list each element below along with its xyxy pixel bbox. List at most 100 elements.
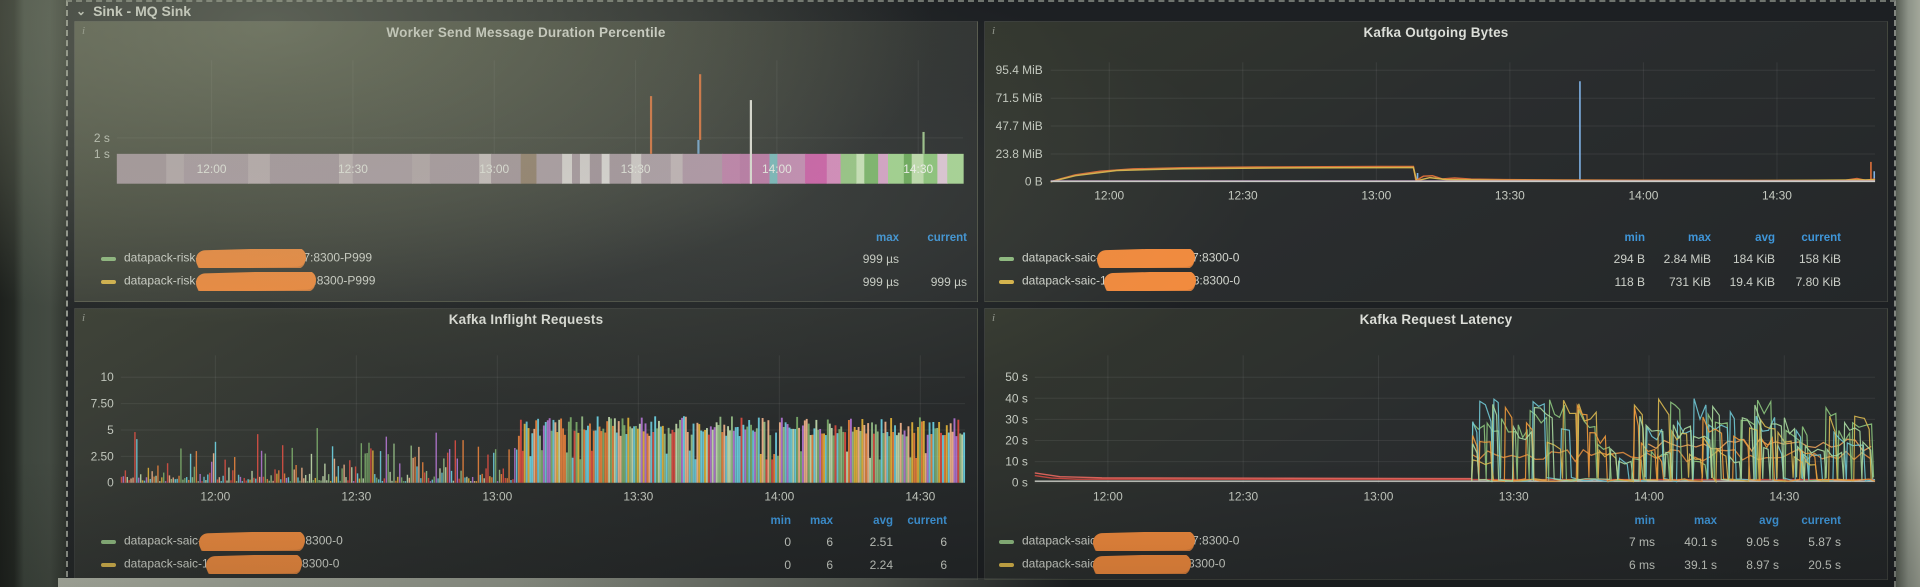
x-tick-label: 12:00 [1093,490,1123,504]
row-title: Sink - MQ Sink [93,3,192,19]
legend-series-swatch [999,256,1014,261]
legend-row[interactable]: datapack-saic 7:8300-0 7 ms 40.1 s 9.05 s 5.8… [999,530,1841,553]
legend-col-header[interactable]: min [1599,515,1655,527]
legend-col-header[interactable]: max [1647,232,1711,244]
panel-title[interactable]: Kafka Inflight Requests [75,309,977,331]
x-tick-label: 13:00 [479,162,509,176]
legend-series-swatch [101,562,116,567]
legend-series-swatch [101,279,116,284]
y-tick-label: 20 s [1005,434,1028,448]
y-tick-label: 50 s [1005,370,1028,384]
panel-header: i Kafka Inflight Requests [75,309,977,331]
legend-col-header[interactable]: max [833,232,899,244]
legend-series-swatch [999,562,1014,567]
legend-col-header[interactable]: max [793,515,833,527]
panel-header: i Kafka Request Latency [985,309,1887,331]
info-icon[interactable]: i [82,312,85,324]
info-icon[interactable]: i [992,25,995,37]
legend-col-header[interactable]: avg [835,515,893,527]
kafka-inflight-requests-chart[interactable]: 10 7.50 5 2.50 0 12:00 12:30 13:00 13:30 14:00 14:… [75,331,977,513]
legend-col-header[interactable]: current [901,232,967,244]
legend-series-name: datapack-saic-:8300-0 [124,532,343,551]
background-wall [1894,0,1920,587]
legend-value: 20.5 s [1808,557,1841,572]
redaction-marker [1092,532,1196,551]
monitor-bottom-edge [58,578,1073,587]
y-tick-label: 0 s [1012,476,1028,490]
legend-series-label[interactable]: datapack-saic-:8300-0 [101,532,743,551]
legend-value: 6 [940,534,947,549]
info-icon[interactable]: i [992,312,995,324]
dashboard-row-header[interactable]: ⌄ Sink - MQ Sink [76,3,1888,19]
legend-series-label[interactable]: datapack-risk- 7:8300-P999 [101,249,831,268]
legend-value: 39.1 s [1684,557,1717,572]
legend-series-label[interactable]: datapack-saic 7:8300-0 [999,532,1597,551]
grafana-dashboard: ⌄ Sink - MQ Sink i Worker Send Message D… [66,0,1896,587]
panel-header: i Worker Send Message Duration Percentil… [75,22,977,44]
redaction-marker [1092,555,1192,574]
legend-value: 294 B [1613,251,1645,266]
legend-value: 184 KiB [1732,251,1775,266]
x-tick-label: 12:00 [200,490,230,504]
x-tick-label: 13:30 [1499,490,1529,504]
x-tick-label: 12:30 [338,162,368,176]
legend-value: 5.87 s [1808,534,1841,549]
legend-row[interactable]: datapack-saic-1 8:8300-0 118 B 731 KiB 19.4 … [999,270,1841,293]
legend-value: 0 [784,534,791,549]
panel-title[interactable]: Kafka Request Latency [985,309,1887,331]
legend-series-name: datapack-risk- 7:8300-P999 [124,249,372,268]
legend-col-header[interactable]: avg [1719,515,1779,527]
photo-of-monitor: ⌄ Sink - MQ Sink i Worker Send Message D… [0,0,1920,587]
legend-value: 7 ms [1628,534,1655,549]
legend-value: 0 [784,557,791,572]
legend-col-header[interactable]: avg [1713,232,1775,244]
legend-col-header[interactable]: min [745,515,791,527]
legend-series-label[interactable]: datapack-saic-1:8300-0 [101,555,743,574]
legend-header-row: min max avg current [999,513,1841,528]
y-tick-label: 7.50 [91,397,115,411]
legend-col-header[interactable]: min [1587,232,1645,244]
legend-series-label[interactable]: datapack-saic- 7:8300-0 [999,249,1585,268]
legend-col-header[interactable]: current [1781,515,1841,527]
legend-row[interactable]: datapack-saic-:8300-0 0 6 2.51 6 [101,530,947,553]
x-tick-label: 13:00 [1361,189,1391,203]
legend-col-header[interactable]: max [1657,515,1717,527]
legend-series-swatch [999,539,1014,544]
kafka-outgoing-bytes-chart[interactable]: 95.4 MiB 71.5 MiB 47.7 MiB 23.8 MiB 0 B 12:00… [985,44,1887,214]
legend-value: 8.97 s [1746,557,1779,572]
panel-title[interactable]: Kafka Outgoing Bytes [985,22,1887,44]
legend-row[interactable]: datapack-risk-:8300-P999 999 µs 999 µs [101,270,967,293]
y-tick-label: 2.50 [91,449,115,463]
y-tick-label: 0 B [1025,175,1043,189]
legend-row[interactable]: datapack-risk- 7:8300-P999 999 µs [101,247,967,270]
worker-send-duration-chart[interactable]: 2 s 1 s 12:00 12:30 13:00 13:30 14:00 14:30 [75,44,977,194]
panel-title[interactable]: Worker Send Message Duration Percentile [75,22,977,44]
legend-value: 999 µs [930,274,967,289]
info-icon[interactable]: i [82,25,85,37]
legend-value: 6 [826,534,833,549]
legend-header-row: max current [101,230,967,245]
redaction-marker [198,532,306,551]
legend-series-label[interactable]: datapack-risk-:8300-P999 [101,272,831,291]
x-tick-label: 12:30 [1228,189,1258,203]
x-tick-label: 14:30 [903,162,933,176]
x-tick-label: 12:30 [341,490,371,504]
y-tick-label: 2 s [94,131,110,145]
legend-row[interactable]: datapack-saic- 7:8300-0 294 B 2.84 MiB 184 K… [999,247,1841,270]
legend-col-header[interactable]: current [895,515,947,527]
legend-value: 9.05 s [1746,534,1779,549]
redaction-marker [1096,249,1196,268]
legend-value: 2.24 [869,557,893,572]
legend-row[interactable]: datapack-saic 8300-0 6 ms 39.1 s 8.97 s 20.5 … [999,553,1841,576]
monitor-bezel-left [0,0,66,587]
y-tick-label: 95.4 MiB [996,63,1043,77]
legend-value: 2.51 [869,534,893,549]
kafka-request-latency-chart[interactable]: 50 s 40 s 30 s 20 s 10 s 0 s 12:00 12:30 13:00 13… [985,331,1887,513]
legend-col-header[interactable]: current [1777,232,1841,244]
redaction-marker [205,555,302,574]
legend-series-label[interactable]: datapack-saic 8300-0 [999,555,1597,574]
legend-series-label[interactable]: datapack-saic-1 8:8300-0 [999,272,1585,291]
legend: min max avg current datapack-saic- 7:8300-0 29… [985,230,1887,301]
legend-series-name: datapack-saic 8300-0 [1022,555,1225,574]
legend-row[interactable]: datapack-saic-1:8300-0 0 6 2.24 6 [101,553,947,576]
